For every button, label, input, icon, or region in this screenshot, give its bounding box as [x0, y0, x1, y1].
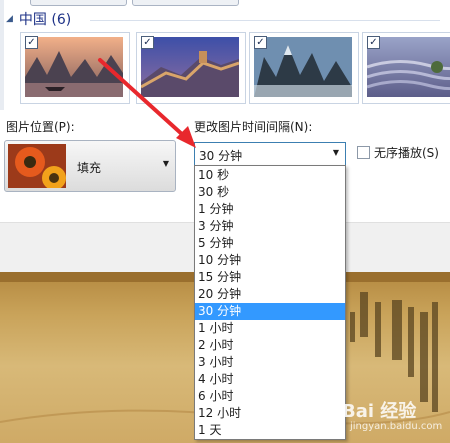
combo-arrow-icon[interactable]: ▼ [163, 159, 169, 168]
dropdown-option[interactable]: 6 小时 [195, 388, 345, 405]
dropdown-option[interactable]: 1 小时 [195, 320, 345, 337]
dropdown-option[interactable]: 5 分钟 [195, 235, 345, 252]
interval-dropdown-list[interactable]: 10 秒 30 秒 1 分钟 3 分钟 5 分钟 10 分钟 15 分钟 20 … [194, 165, 346, 440]
picture-position-label: 图片位置(P): [6, 120, 75, 134]
combo-arrow-icon[interactable]: ▼ [333, 148, 339, 157]
thumbnail-great-wall[interactable]: ✓ [136, 32, 246, 104]
position-preview-image [8, 144, 66, 188]
dropdown-option[interactable]: 3 分钟 [195, 218, 345, 235]
collapse-chevron-icon[interactable]: ◢ [6, 14, 13, 24]
watermark-sub: jingyan.baidu.com [350, 421, 443, 432]
thumbnail-checkbox[interactable]: ✓ [254, 36, 267, 49]
dropdown-option[interactable]: 12 小时 [195, 405, 345, 422]
li-river-image [25, 37, 123, 97]
picture-position-value: 填充 [77, 161, 102, 175]
dropdown-option-selected[interactable]: 30 分钟 [195, 303, 345, 320]
thumbnail-rice-terraces[interactable]: ✓ [362, 32, 450, 104]
top-button-right[interactable] [132, 0, 239, 6]
dropdown-option[interactable]: 1 分钟 [195, 201, 345, 218]
group-header[interactable]: ◢ 中国 (6) [6, 9, 71, 29]
change-interval-label: 更改图片时间间隔(N): [194, 120, 313, 134]
thumbnail-checkbox[interactable]: ✓ [25, 36, 38, 49]
baidu-watermark: Bai 经验 jingyan.baidu.com [340, 395, 446, 437]
thumbnail-checkbox[interactable]: ✓ [367, 36, 380, 49]
dropdown-option[interactable]: 30 秒 [195, 184, 345, 201]
dropdown-option[interactable]: 15 分钟 [195, 269, 345, 286]
dropdown-option[interactable]: 1 天 [195, 422, 345, 439]
dropdown-option[interactable]: 2 小时 [195, 337, 345, 354]
mountain-peaks-image [254, 37, 352, 97]
dropdown-option[interactable]: 10 分钟 [195, 252, 345, 269]
wallpaper-group-panel: ◢ 中国 (6) ✓ ✓ ✓ ✓ [0, 0, 450, 110]
thumbnail-checkbox[interactable]: ✓ [141, 36, 154, 49]
watermark-text: Bai 经验 [342, 401, 417, 422]
shuffle-label: 无序播放(S) [374, 146, 439, 160]
change-interval-combo[interactable]: 30 分钟 ▼ [194, 142, 346, 167]
dropdown-option[interactable]: 4 小时 [195, 371, 345, 388]
shuffle-checkbox[interactable]: 无序播放(S) [357, 144, 439, 161]
great-wall-image [141, 37, 239, 97]
top-button-left[interactable] [30, 0, 127, 6]
group-left-edge [0, 0, 4, 110]
thumbnail-mountain-peaks[interactable]: ✓ [249, 32, 359, 104]
group-divider [90, 20, 440, 21]
dropdown-option[interactable]: 3 小时 [195, 354, 345, 371]
dropdown-option[interactable]: 20 分钟 [195, 286, 345, 303]
group-title: 中国 (6) [18, 12, 72, 28]
shuffle-checkbox-box[interactable] [357, 146, 370, 159]
thumbnail-li-river[interactable]: ✓ [20, 32, 130, 104]
change-interval-value: 30 分钟 [199, 149, 243, 163]
picture-position-combo[interactable]: 填充 ▼ [4, 140, 176, 192]
dropdown-option[interactable]: 10 秒 [195, 167, 345, 184]
